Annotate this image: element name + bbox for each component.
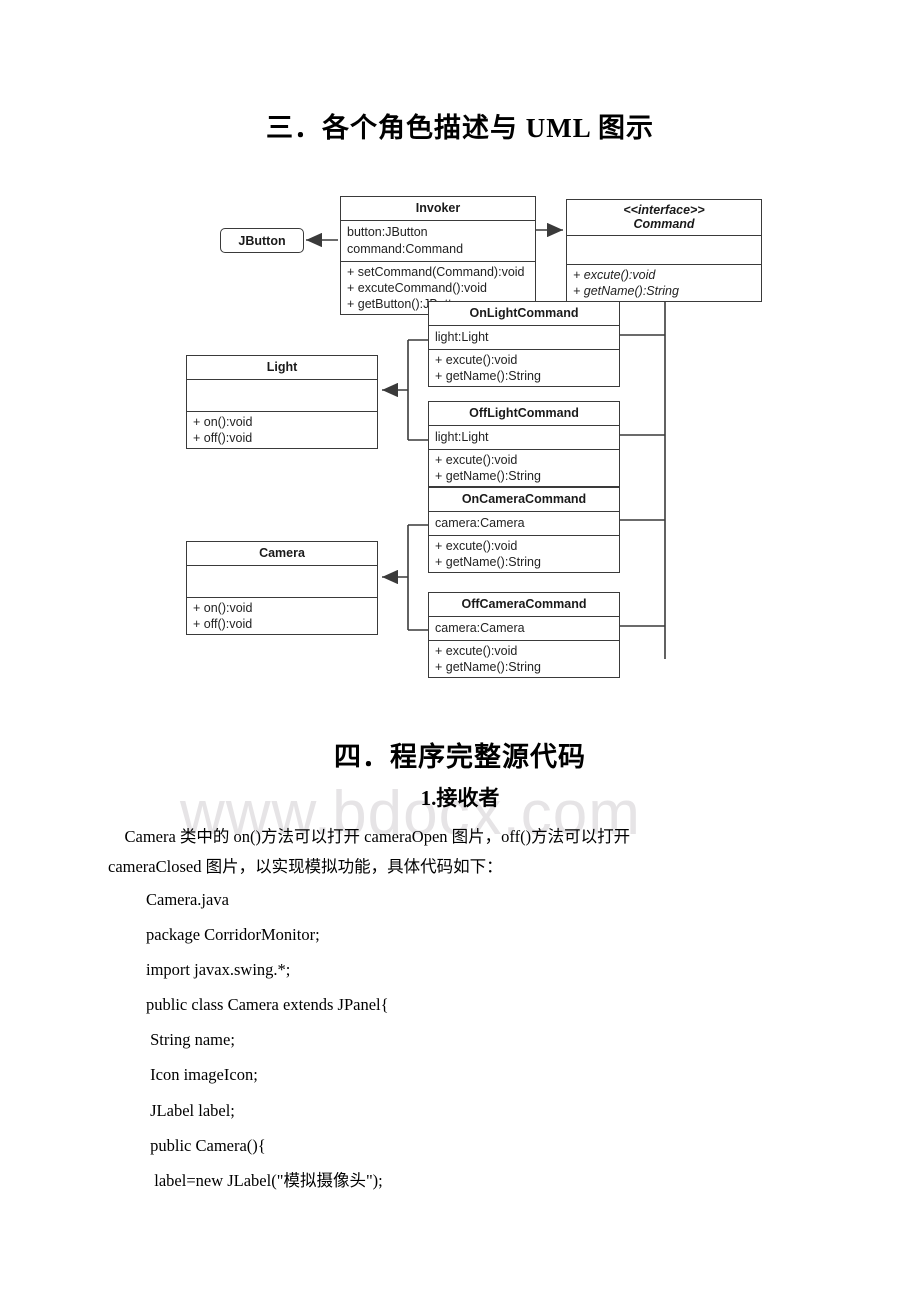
uml-operation: + excute():void xyxy=(435,539,518,553)
uml-attribute: button:JButton xyxy=(347,225,428,239)
uml-class-oncameracommand-attributes: camera:Camera xyxy=(429,512,619,536)
uml-class-oncameracommand: OnCameraCommand camera:Camera + excute()… xyxy=(428,487,620,573)
code-line-2: package CorridorMonitor; xyxy=(146,925,320,944)
uml-attribute: camera:Camera xyxy=(435,621,525,635)
uml-attribute: command:Command xyxy=(347,242,464,256)
uml-attribute: light:Light xyxy=(435,430,489,444)
uml-class-light-operations: + on():void + off():void xyxy=(187,412,377,448)
uml-operation: + off():void xyxy=(193,617,253,631)
uml-class-light: Light + on():void + off():void xyxy=(186,355,378,449)
uml-operation: + getName():String xyxy=(435,469,541,483)
uml-operation: + getName():String xyxy=(435,660,541,674)
uml-class-onlightcommand-name: OnLightCommand xyxy=(429,302,619,326)
uml-class-onlightcommand-attributes: light:Light xyxy=(429,326,619,350)
uml-interface-command-name: Command xyxy=(633,217,695,231)
uml-interface-command-header: <<interface>> Command xyxy=(567,200,761,236)
uml-operation: + excute():void xyxy=(435,644,518,658)
code-line-1: Camera.java xyxy=(146,890,229,909)
uml-interface-command: <<interface>> Command + excute():void + … xyxy=(566,199,762,302)
uml-class-onlightcommand-operations: + excute():void + getName():String xyxy=(429,350,619,386)
uml-class-offlightcommand-name: OffLightCommand xyxy=(429,402,619,426)
uml-operation: + excute():void xyxy=(573,268,656,282)
uml-class-camera-attributes xyxy=(187,566,377,598)
uml-class-offlightcommand-operations: + excute():void + getName():String xyxy=(429,450,619,486)
uml-operation: + on():void xyxy=(193,415,253,429)
uml-class-light-name: Light xyxy=(187,356,377,380)
uml-class-offcameracommand-attributes: camera:Camera xyxy=(429,617,619,641)
page-title-section-4: 四．程序完整源代码 xyxy=(334,742,586,772)
uml-operation: + excute():void xyxy=(435,353,518,367)
uml-class-invoker-name: Invoker xyxy=(341,197,535,221)
uml-operation: + off():void xyxy=(193,431,253,445)
uml-operation: + excuteCommand():void xyxy=(347,281,487,295)
uml-class-offcameracommand: OffCameraCommand camera:Camera + excute(… xyxy=(428,592,620,678)
uml-class-light-attributes xyxy=(187,380,377,412)
uml-operation: + getName():String xyxy=(435,369,541,383)
code-line-3: import javax.swing.*; xyxy=(146,960,291,979)
uml-operation: + on():void xyxy=(193,601,253,615)
uml-class-offlightcommand-attributes: light:Light xyxy=(429,426,619,450)
uml-interface-command-operations: + excute():void + getName():String xyxy=(567,265,761,301)
uml-operation: + excute():void xyxy=(435,453,518,467)
uml-class-offlightcommand: OffLightCommand light:Light + excute():v… xyxy=(428,401,620,487)
uml-class-camera-operations: + on():void + off():void xyxy=(187,598,377,634)
page-title-section-3: 三．各个角色描述与 UML 图示 xyxy=(265,113,654,143)
uml-operation: + getName():String xyxy=(435,555,541,569)
uml-class-camera-name: Camera xyxy=(187,542,377,566)
uml-operation: + getName():String xyxy=(573,284,679,298)
code-line-4: public class Camera extends JPanel{ xyxy=(146,995,389,1014)
uml-class-diagram: www.bdocx.com JButton Invoker button:JBu… xyxy=(0,180,920,848)
paragraph-line-2: cameraClosed 图片，以实现模拟功能，具体代码如下： xyxy=(108,857,503,876)
code-line-5: String name; xyxy=(146,1030,235,1049)
subheading-receiver: 1.接收者 xyxy=(420,786,500,810)
uml-class-jbutton: JButton xyxy=(220,228,304,253)
uml-interface-command-attributes xyxy=(567,236,761,265)
uml-class-oncameracommand-name: OnCameraCommand xyxy=(429,488,619,512)
uml-class-jbutton-name: JButton xyxy=(238,233,286,248)
uml-operation: + setCommand(Command):void xyxy=(347,265,525,279)
document-page: 三．各个角色描述与 UML 图示 www.bdocx.com JButton I… xyxy=(0,0,920,1302)
uml-class-camera: Camera + on():void + off():void xyxy=(186,541,378,635)
uml-class-oncameracommand-operations: + excute():void + getName():String xyxy=(429,536,619,572)
code-line-7: JLabel label; xyxy=(146,1101,235,1120)
uml-attribute: light:Light xyxy=(435,330,489,344)
uml-class-invoker-attributes: button:JButton command:Command xyxy=(341,221,535,262)
code-line-6: Icon imageIcon; xyxy=(146,1065,258,1084)
uml-class-offcameracommand-name: OffCameraCommand xyxy=(429,593,619,617)
uml-class-offcameracommand-operations: + excute():void + getName():String xyxy=(429,641,619,677)
uml-class-onlightcommand: OnLightCommand light:Light + excute():vo… xyxy=(428,301,620,387)
code-line-8: public Camera(){ xyxy=(146,1136,266,1155)
paragraph-line-1: Camera 类中的 on()方法可以打开 cameraOpen 图片，off(… xyxy=(108,827,631,846)
uml-attribute: camera:Camera xyxy=(435,516,525,530)
uml-class-invoker: Invoker button:JButton command:Command +… xyxy=(340,196,536,315)
uml-stereotype: <<interface>> xyxy=(623,203,705,217)
code-line-9: label=new JLabel("模拟摄像头"); xyxy=(146,1171,383,1190)
